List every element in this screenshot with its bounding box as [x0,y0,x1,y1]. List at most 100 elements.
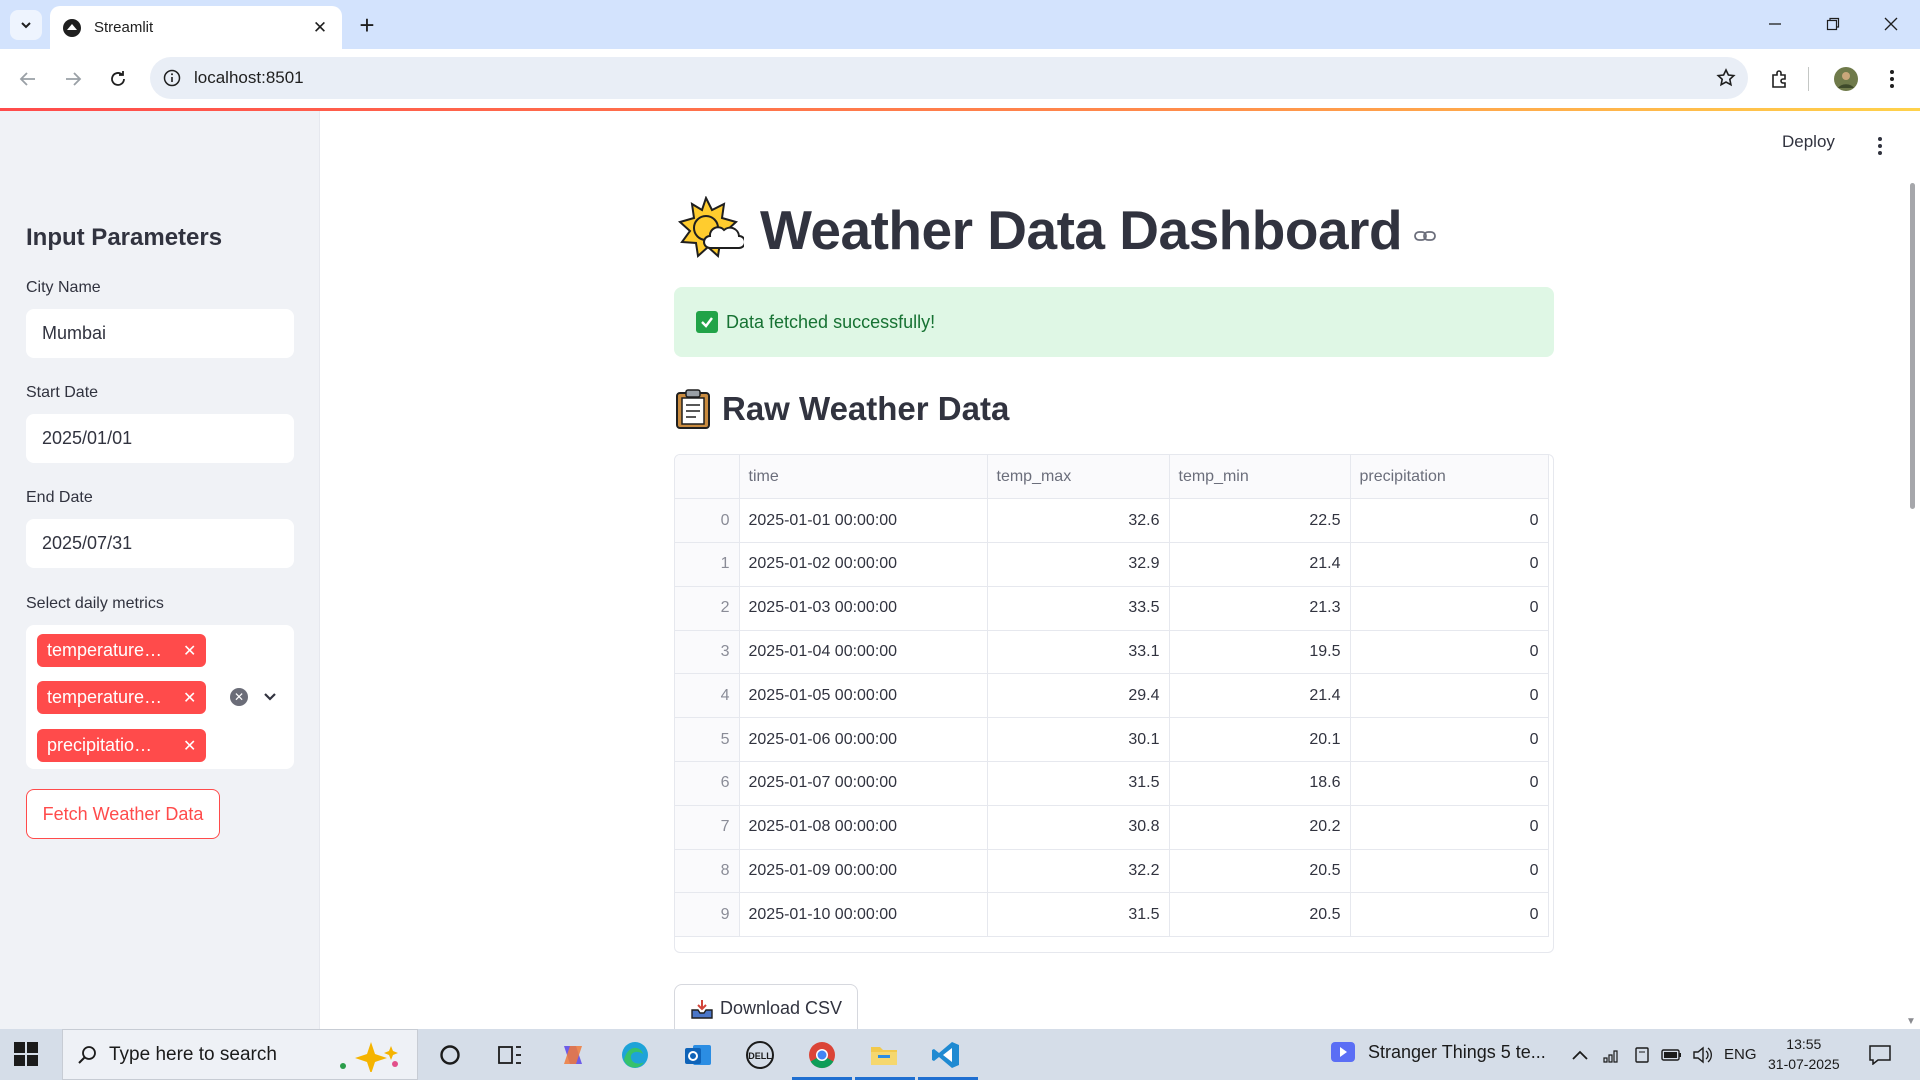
column-header-precipitation[interactable]: precipitation [1350,455,1549,500]
cell-temp-min[interactable]: 19.5 [1169,630,1351,675]
scroll-down-arrow-icon[interactable]: ▼ [1906,1016,1916,1027]
cell-time[interactable]: 2025-01-05 00:00:00 [739,673,988,719]
column-header-temp-max[interactable]: temp_max [987,455,1170,500]
file-explorer-app[interactable] [866,1037,902,1073]
table-row[interactable]: 9 2025-01-10 00:00:00 31.5 20.5 0 [675,892,1549,938]
cell-temp-max[interactable]: 31.5 [987,761,1170,806]
cell-temp-min[interactable]: 21.4 [1169,673,1351,719]
metric-chip[interactable]: precipitatio… ✕ [37,729,207,762]
anchor-link-icon[interactable] [1414,229,1436,243]
cell-precipitation[interactable]: 0 [1350,717,1549,763]
forward-button[interactable] [55,61,91,97]
edge-app[interactable] [617,1037,653,1073]
metrics-multiselect[interactable]: temperature… ✕ temperature… ✕ precipitat… [26,625,294,769]
cell-temp-min[interactable]: 21.4 [1169,542,1351,587]
outlook-app[interactable] [680,1037,716,1073]
cell-temp-min[interactable]: 22.5 [1169,498,1351,544]
metric-chip[interactable]: temperature… ✕ [37,634,207,667]
cell-time[interactable]: 2025-01-09 00:00:00 [739,849,988,894]
extensions-button[interactable] [1762,61,1798,97]
table-row[interactable]: 0 2025-01-01 00:00:00 32.6 22.5 0 [675,498,1549,544]
cortana-button[interactable] [432,1037,468,1073]
cell-precipitation[interactable]: 0 [1350,849,1549,894]
cell-time[interactable]: 2025-01-01 00:00:00 [739,498,988,544]
start-button[interactable] [14,1042,38,1071]
media-widget[interactable]: Stranger Things 5 te... [1330,1041,1546,1063]
browser-menu-button[interactable] [1874,61,1910,97]
cell-time[interactable]: 2025-01-06 00:00:00 [739,717,988,763]
download-csv-button[interactable]: Download CSV [674,984,858,1032]
cell-temp-max[interactable]: 31.5 [987,892,1170,938]
chrome-app[interactable] [804,1037,840,1073]
reload-button[interactable] [100,61,136,97]
cell-temp-min[interactable]: 20.5 [1169,892,1351,938]
table-row[interactable]: 6 2025-01-07 00:00:00 31.5 18.6 0 [675,761,1549,806]
back-button[interactable] [10,61,46,97]
cell-precipitation[interactable]: 0 [1350,805,1549,850]
site-info-icon[interactable] [150,69,194,87]
cell-time[interactable]: 2025-01-08 00:00:00 [739,805,988,850]
table-row[interactable]: 1 2025-01-02 00:00:00 32.9 21.4 0 [675,542,1549,587]
tab-close-icon[interactable]: ✕ [310,18,330,38]
address-bar[interactable]: localhost:8501 [150,57,1748,99]
clear-all-icon[interactable]: ✕ [230,688,248,706]
scrollbar-thumb[interactable] [1910,183,1915,509]
cell-temp-max[interactable]: 30.1 [987,717,1170,763]
cell-temp-max[interactable]: 30.8 [987,805,1170,850]
cell-precipitation[interactable]: 0 [1350,498,1549,544]
volume-tray-icon[interactable] [1684,1037,1720,1073]
table-row[interactable]: 8 2025-01-09 00:00:00 32.2 20.5 0 [675,849,1549,894]
taskbar-clock[interactable]: 13:55 31-07-2025 [1768,1034,1840,1074]
cell-temp-max[interactable]: 32.2 [987,849,1170,894]
minimize-button[interactable] [1752,8,1798,40]
cell-temp-max[interactable]: 32.6 [987,498,1170,544]
cell-temp-max[interactable]: 29.4 [987,673,1170,719]
main-menu-button[interactable] [1870,134,1890,158]
cell-temp-min[interactable]: 20.5 [1169,849,1351,894]
table-row[interactable]: 7 2025-01-08 00:00:00 30.8 20.2 0 [675,805,1549,850]
cell-precipitation[interactable]: 0 [1350,542,1549,587]
cell-precipitation[interactable]: 0 [1350,586,1549,631]
cell-temp-min[interactable]: 20.1 [1169,717,1351,763]
cell-time[interactable]: 2025-01-03 00:00:00 [739,586,988,631]
start-date-input[interactable]: 2025/01/01 [26,414,294,463]
cell-precipitation[interactable]: 0 [1350,761,1549,806]
cell-time[interactable]: 2025-01-07 00:00:00 [739,761,988,806]
cell-temp-max[interactable]: 32.9 [987,542,1170,587]
profile-avatar[interactable] [1828,61,1864,97]
notification-center-button[interactable] [1862,1037,1898,1073]
raw-data-table[interactable]: time temp_max temp_min precipitation 0 20… [674,454,1554,953]
end-date-input[interactable]: 2025/07/31 [26,519,294,568]
metric-chip[interactable]: temperature… ✕ [37,681,207,714]
restore-button[interactable] [1810,8,1856,40]
table-row[interactable]: 4 2025-01-05 00:00:00 29.4 21.4 0 [675,673,1549,719]
dell-app[interactable]: DELL [742,1037,778,1073]
taskbar-search[interactable]: Type here to search [62,1029,418,1080]
column-header-temp-min[interactable]: temp_min [1169,455,1351,500]
close-window-button[interactable] [1868,8,1914,40]
cell-time[interactable]: 2025-01-04 00:00:00 [739,630,988,675]
remove-chip-icon[interactable]: ✕ [183,641,196,661]
vscode-app[interactable] [928,1037,964,1073]
dropdown-chevron-icon[interactable] [260,687,280,707]
table-row[interactable]: 2 2025-01-03 00:00:00 33.5 21.3 0 [675,586,1549,631]
table-row[interactable]: 3 2025-01-04 00:00:00 33.1 19.5 0 [675,630,1549,675]
cell-temp-min[interactable]: 20.2 [1169,805,1351,850]
cell-time[interactable]: 2025-01-02 00:00:00 [739,542,988,587]
city-input[interactable]: Mumbai [26,309,294,358]
remove-chip-icon[interactable]: ✕ [183,688,196,708]
table-row[interactable]: 5 2025-01-06 00:00:00 30.1 20.1 0 [675,717,1549,763]
bookmark-star-icon[interactable] [1704,68,1748,88]
copilot-app[interactable] [555,1037,591,1073]
language-indicator[interactable]: ENG [1724,1046,1757,1063]
deploy-button[interactable]: Deploy [1782,132,1835,152]
tab-search-button[interactable] [10,10,42,40]
cell-precipitation[interactable]: 0 [1350,892,1549,938]
cell-precipitation[interactable]: 0 [1350,673,1549,719]
cell-temp-min[interactable]: 21.3 [1169,586,1351,631]
cell-precipitation[interactable]: 0 [1350,630,1549,675]
column-header-time[interactable]: time [739,455,988,500]
cell-temp-max[interactable]: 33.5 [987,586,1170,631]
remove-chip-icon[interactable]: ✕ [183,736,196,756]
fetch-weather-button[interactable]: Fetch Weather Data [26,789,220,839]
